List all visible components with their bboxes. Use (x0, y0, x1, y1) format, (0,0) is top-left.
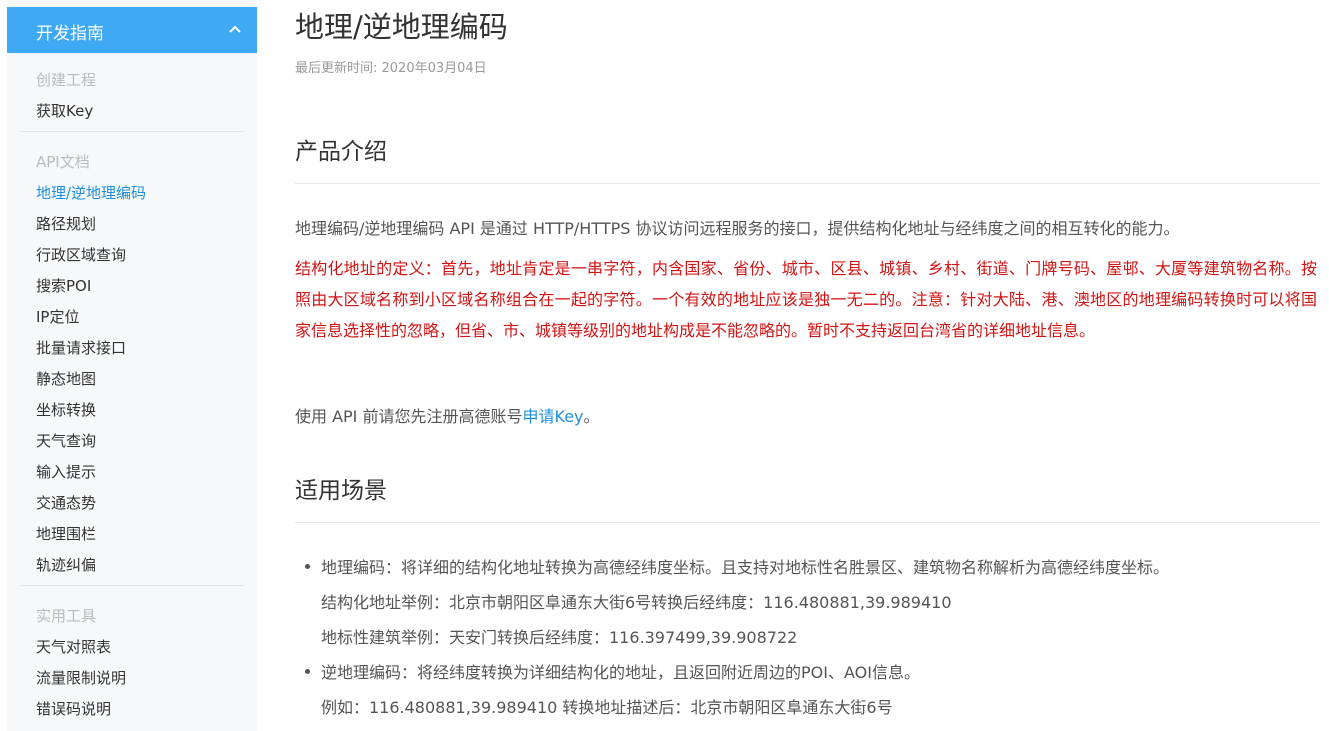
nav-item-coordinate-convert[interactable]: 坐标转换 (36, 399, 96, 420)
nav-item-ip-location[interactable]: IP定位 (36, 306, 79, 327)
bullet-dot (305, 669, 310, 674)
scenario-geocoding: 地理编码：将详细的结构化地址转换为高德经纬度坐标。且支持对地标性名胜景区、建筑物… (321, 558, 1170, 577)
nav-group-create-project: 创建工程 (36, 71, 97, 89)
address-definition-notice: 结构化地址的定义：首先，地址肯定是一串字符，内含国家、省份、城市、区县、城镇、乡… (295, 259, 1317, 340)
apply-key-link[interactable]: 申请Key (523, 407, 584, 426)
register-prefix: 使用 API 前请您先注册高德账号 (295, 407, 523, 426)
nav-item-search-poi[interactable]: 搜索POI (36, 275, 91, 296)
sidebar-divider (21, 585, 244, 586)
page-title: 地理/逆地理编码 (295, 10, 508, 44)
section-heading-scenarios: 适用场景 (295, 478, 387, 504)
nav-item-weather-table[interactable]: 天气对照表 (36, 636, 111, 657)
nav-item-weather-query[interactable]: 天气查询 (36, 430, 96, 451)
example-landmark: 地标性建筑举例：天安门转换后经纬度：116.397499,39.908722 (321, 628, 798, 647)
section-divider (295, 522, 1320, 523)
nav-item-district-query[interactable]: 行政区域查询 (36, 244, 126, 265)
nav-item-rate-limit[interactable]: 流量限制说明 (36, 667, 126, 688)
sidebar-header-dev-guide[interactable]: 开发指南 (7, 7, 257, 53)
section-divider (295, 183, 1320, 184)
last-updated: 最后更新时间: 2020年03月04日 (295, 61, 487, 76)
nav-item-route-planning[interactable]: 路径规划 (36, 213, 96, 234)
sidebar-header-title: 开发指南 (36, 24, 104, 44)
nav-item-traffic-status[interactable]: 交通态势 (36, 492, 96, 513)
register-paragraph: 使用 API 前请您先注册高德账号申请Key。 (295, 403, 600, 427)
nav-item-geofence[interactable]: 地理围栏 (36, 523, 96, 544)
chevron-up-icon[interactable] (228, 24, 242, 34)
nav-group-api-docs: API文档 (36, 153, 90, 171)
sidebar-divider (21, 131, 244, 132)
section-heading-intro: 产品介绍 (295, 139, 387, 165)
bullet-dot (305, 564, 310, 569)
nav-item-get-key[interactable]: 获取Key (36, 100, 93, 121)
nav-group-tools: 实用工具 (36, 607, 97, 625)
nav-item-geocoding[interactable]: 地理/逆地理编码 (36, 182, 146, 203)
nav-item-input-tips[interactable]: 输入提示 (36, 461, 96, 482)
sidebar: 开发指南 创建工程 获取Key API文档 地理/逆地理编码 路径规划 行政区域… (7, 0, 257, 731)
nav-item-track-correction[interactable]: 轨迹纠偏 (36, 554, 96, 575)
nav-item-error-codes[interactable]: 错误码说明 (36, 698, 111, 719)
scenario-reverse-geocoding: 逆地理编码：将经纬度转换为详细结构化的地址，且返回附近周边的POI、AOI信息。 (321, 663, 920, 682)
nav-item-static-map[interactable]: 静态地图 (36, 368, 96, 389)
register-suffix: 。 (583, 407, 600, 426)
intro-paragraph: 地理编码/逆地理编码 API 是通过 HTTP/HTTPS 协议访问远程服务的接… (295, 219, 1180, 238)
nav-item-batch-request[interactable]: 批量请求接口 (36, 337, 126, 358)
example-reverse: 例如：116.480881,39.989410 转换地址描述后：北京市朝阳区阜通… (321, 698, 893, 717)
example-structured-address: 结构化地址举例：北京市朝阳区阜通东大街6号转换后经纬度：116.480881,3… (321, 593, 952, 612)
